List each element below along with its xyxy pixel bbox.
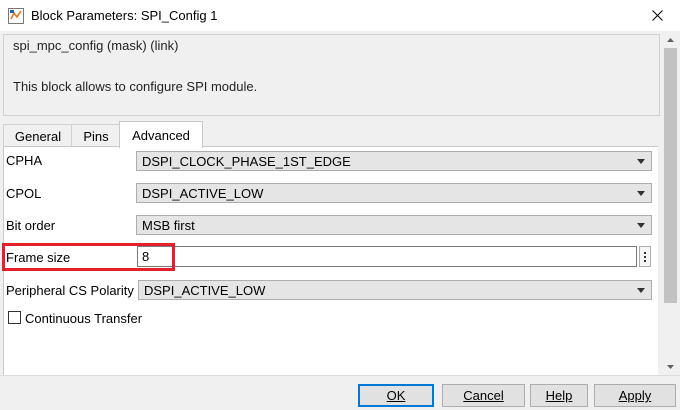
scroll-up-icon (667, 37, 674, 42)
more-options-dot (644, 251, 646, 254)
cpha-dropdown[interactable]: DSPI_CLOCK_PHASE_1ST_EDGE (136, 151, 652, 171)
cpol-value: DSPI_ACTIVE_LOW (142, 186, 264, 201)
cpha-label: CPHA (6, 153, 43, 168)
chevron-down-icon (637, 159, 645, 164)
cs-polarity-value: DSPI_ACTIVE_LOW (144, 283, 266, 298)
simulink-block-icon (8, 8, 24, 24)
tab-general[interactable]: General (3, 124, 73, 147)
dialog-content: spi_mpc_config (mask) (link) This block … (0, 31, 680, 410)
more-options-dot (644, 255, 646, 258)
mask-description: This block allows to configure SPI modul… (13, 79, 258, 94)
apply-button-label: Apply (618, 388, 652, 403)
scroll-down-icon (667, 364, 674, 369)
tab-advanced[interactable]: Advanced (119, 121, 203, 148)
continuous-transfer-checkbox[interactable] (8, 311, 21, 324)
close-button[interactable] (634, 0, 680, 31)
window-title: Block Parameters: SPI_Config 1 (31, 8, 218, 23)
more-options-dot (644, 259, 646, 262)
bit-order-label: Bit order (6, 218, 56, 233)
close-icon (651, 10, 663, 21)
chevron-down-icon (637, 223, 645, 228)
tab-pins[interactable]: Pins (71, 124, 121, 147)
ok-button-label: OK (386, 388, 406, 403)
tab-label: Pins (83, 128, 109, 144)
scroll-down-button[interactable] (662, 358, 679, 375)
chevron-down-icon (637, 191, 645, 196)
panel-bottom-edge (0, 375, 680, 381)
title-bar: Block Parameters: SPI_Config 1 (0, 0, 680, 31)
mask-title: spi_mpc_config (mask) (link) (13, 38, 179, 53)
cpha-value: DSPI_CLOCK_PHASE_1ST_EDGE (142, 154, 351, 169)
tab-label: General (14, 128, 62, 144)
bit-order-dropdown[interactable]: MSB first (136, 215, 652, 235)
frame-size-options-button[interactable] (639, 246, 651, 267)
cpol-label: CPOL (6, 186, 42, 201)
scrollbar-thumb[interactable] (664, 48, 677, 303)
chevron-down-icon (637, 288, 645, 293)
tab-label: Advanced (132, 127, 190, 143)
cancel-button-label: Cancel (463, 388, 504, 403)
cs-polarity-dropdown[interactable]: DSPI_ACTIVE_LOW (138, 280, 652, 300)
cancel-button[interactable]: Cancel (442, 384, 525, 407)
mask-description-group: spi_mpc_config (mask) (link) This block … (3, 34, 660, 116)
scroll-up-button[interactable] (662, 31, 679, 48)
help-button[interactable]: Help (530, 384, 588, 407)
apply-button[interactable]: Apply (594, 384, 676, 407)
ok-button[interactable]: OK (358, 384, 434, 407)
annotation-highlight-box (2, 243, 175, 271)
cs-polarity-label: Peripheral CS Polarity (6, 283, 134, 298)
frame-size-input[interactable]: 8 (137, 246, 637, 267)
cpol-dropdown[interactable]: DSPI_ACTIVE_LOW (136, 183, 652, 203)
bit-order-value: MSB first (142, 218, 195, 233)
continuous-transfer-label: Continuous Transfer (25, 311, 143, 326)
help-button-label: Help (545, 388, 573, 403)
